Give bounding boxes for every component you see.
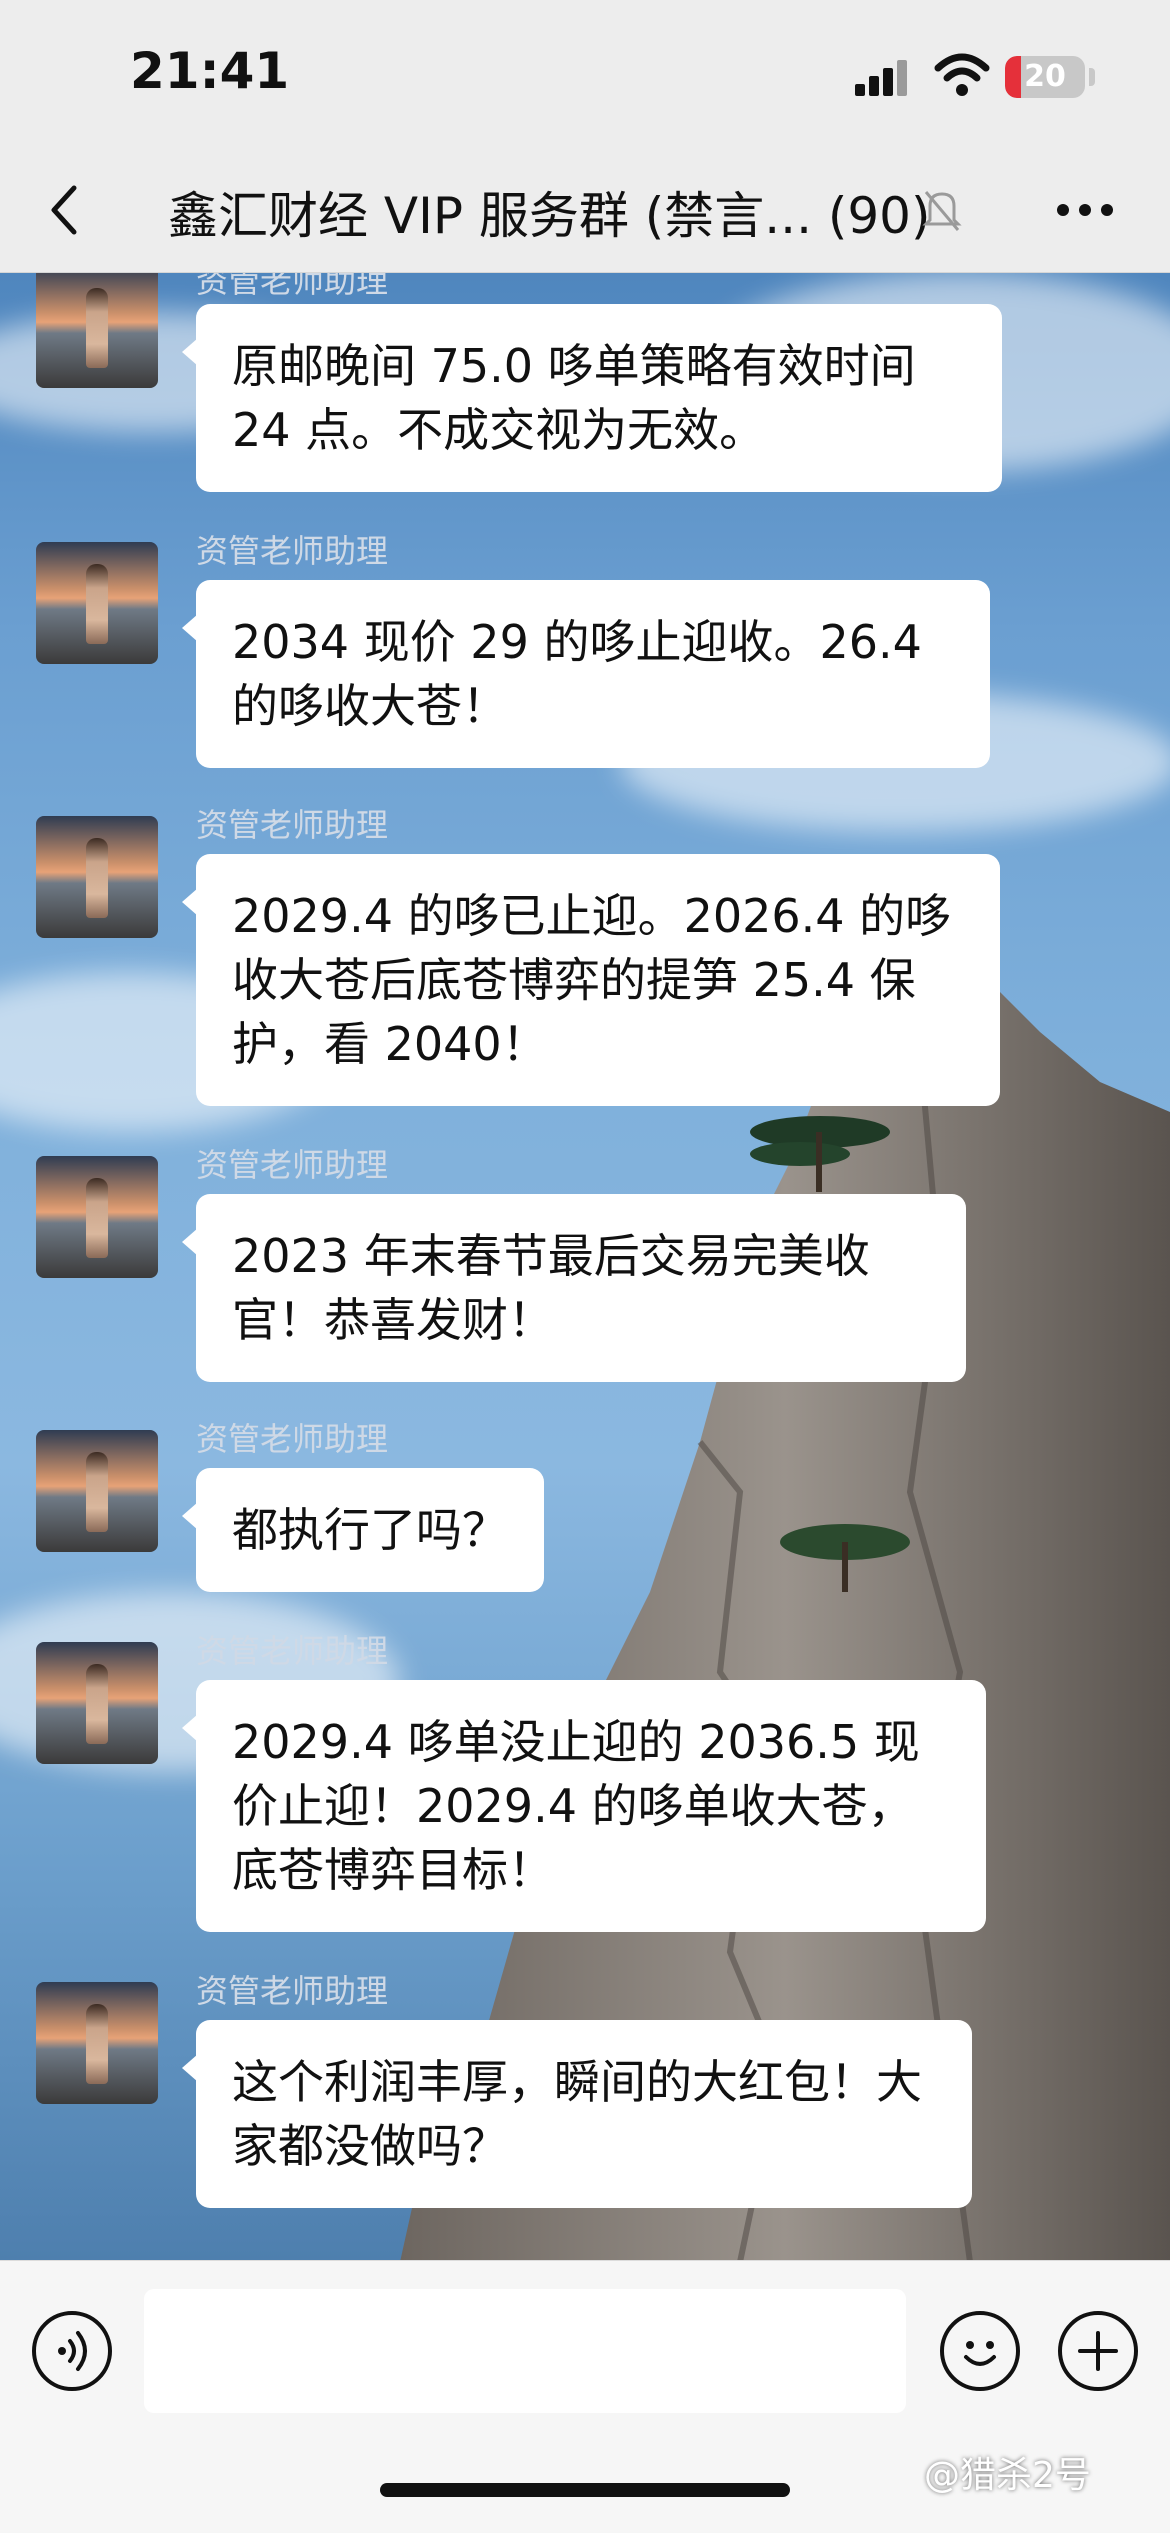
voice-icon[interactable] (32, 2311, 112, 2391)
message-bubble[interactable]: 2029.4 哆单没止迎的 2036.5 现价止迎！2029.4 的哆单收大苍，… (182, 1680, 986, 1932)
avatar[interactable] (36, 816, 158, 938)
battery-cap (1089, 68, 1095, 86)
background-pine-tree (780, 1524, 910, 1592)
avatar[interactable] (36, 1156, 158, 1278)
message-bubble[interactable]: 原邮晚间 75.0 哆单策略有效时间 24 点。不成交视为无效。 (182, 304, 1002, 492)
sender-name: 资管老师助理 (196, 806, 389, 844)
watermark-text: @猎杀2号 (924, 2455, 1091, 2496)
wifi-icon (934, 53, 990, 96)
ellipsis-icon[interactable] (1055, 200, 1115, 220)
chevron-left-icon[interactable] (40, 180, 90, 240)
avatar[interactable] (36, 1430, 158, 1552)
sender-name: 资管老师助理 (196, 1146, 389, 1184)
sender-name: 资管老师助理 (196, 1632, 389, 1670)
status-time: 21:41 (130, 42, 290, 100)
battery-icon: 20 (1005, 56, 1085, 98)
sender-name: 资管老师助理 (196, 532, 389, 570)
status-bar: 21:41 20 (0, 0, 1170, 150)
bell-slash-icon (922, 191, 962, 231)
sender-name: 资管老师助理 (196, 272, 389, 300)
home-indicator (380, 2483, 790, 2497)
cellular-signal-icon (855, 60, 911, 96)
message-input[interactable] (144, 2289, 906, 2413)
plus-icon[interactable] (1058, 2311, 1138, 2391)
message-bubble[interactable]: 这个利润丰厚，瞬间的大红包！大家都没做吗？ (182, 2020, 972, 2208)
message-bubble[interactable]: 2023 年末春节最后交易完美收官！恭喜发财！ (182, 1194, 966, 1382)
avatar[interactable] (36, 1982, 158, 2104)
message-bubble[interactable]: 都执行了吗？ (182, 1468, 544, 1592)
message-bubble[interactable]: 2034 现价 29 的哆止迎收。26.4 的哆收大苍！ (182, 580, 990, 768)
emoji-icon[interactable] (940, 2311, 1020, 2391)
chat-message-list[interactable]: 资管老师助理 原邮晚间 75.0 哆单策略有效时间 24 点。不成交视为无效。 … (0, 272, 1170, 2260)
battery-percent: 20 (1024, 59, 1066, 94)
chat-title[interactable]: 鑫汇财经 VIP 服务群 (禁言... (90) (168, 176, 931, 248)
message-bubble[interactable]: 2029.4 的哆已止迎。2026.4 的哆收大苍后底苍博弈的提笋 25.4 保… (182, 854, 1000, 1106)
avatar[interactable] (36, 272, 158, 388)
sender-name: 资管老师助理 (196, 1420, 389, 1458)
avatar[interactable] (36, 542, 158, 664)
sender-name: 资管老师助理 (196, 1972, 389, 2010)
background-pine-tree (750, 1116, 890, 1192)
chat-header: 鑫汇财经 VIP 服务群 (禁言... (90) (0, 150, 1170, 273)
avatar[interactable] (36, 1642, 158, 1764)
